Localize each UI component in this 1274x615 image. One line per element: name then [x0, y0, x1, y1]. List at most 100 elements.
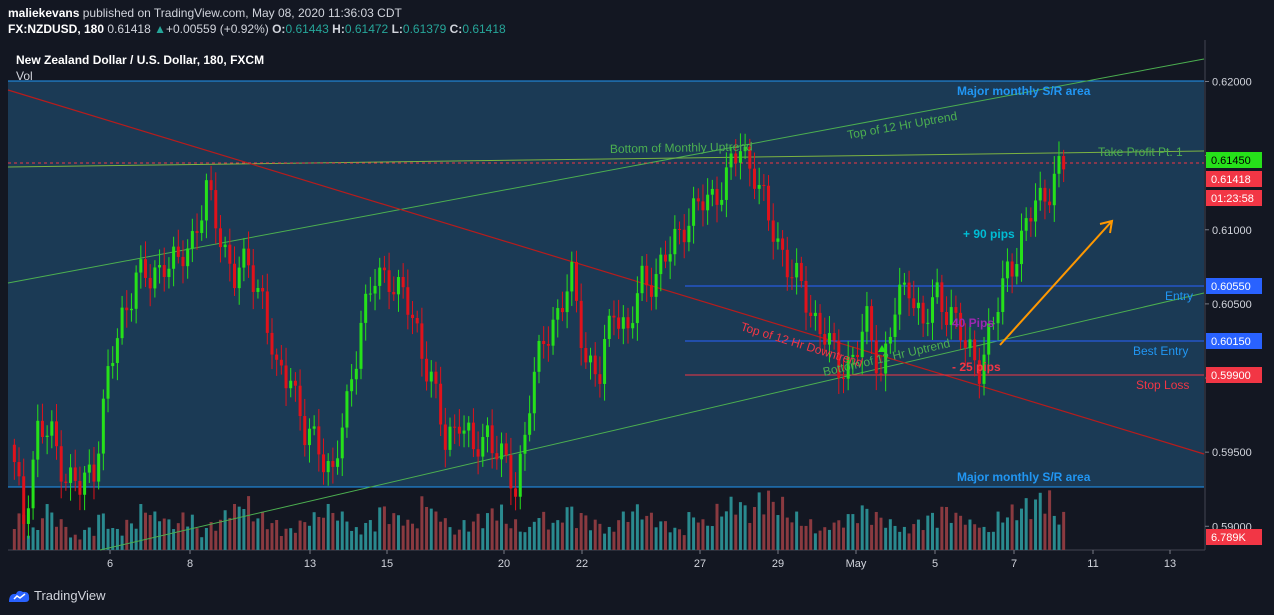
volume-bar: [153, 511, 157, 550]
volume-bar: [556, 520, 560, 550]
candle-body: [125, 307, 129, 311]
candle-body: [556, 308, 560, 320]
candle-body: [378, 267, 382, 286]
candle-body: [457, 426, 461, 434]
volume-bar: [467, 531, 471, 550]
volume-bar: [523, 532, 527, 550]
candle-body: [1043, 187, 1047, 202]
price-axis[interactable]: 0.620000.615000.610000.605000.600000.595…: [1205, 77, 1252, 534]
candle-body: [963, 340, 967, 348]
candle-body: [546, 344, 550, 346]
candle-body: [767, 185, 771, 221]
volume-bar: [411, 523, 415, 550]
candle-body: [912, 298, 916, 309]
sr-zone: [8, 81, 1204, 487]
candle-body: [1038, 187, 1042, 201]
volume-bar: [710, 526, 714, 550]
candle-body: [579, 300, 583, 349]
volume-bar: [495, 520, 499, 550]
time-axis[interactable]: 6 8 13 15 20 22 27 29 May 5 7 11 13: [107, 550, 1176, 570]
volume-bar: [977, 527, 981, 550]
candle-body: [92, 464, 96, 482]
candle-body: [382, 267, 386, 271]
volume-bar: [1034, 499, 1038, 550]
volume-bar: [256, 518, 260, 550]
volume-bar: [584, 515, 588, 550]
candle-body: [720, 199, 724, 205]
volume-bar: [645, 515, 649, 550]
volume-bar: [307, 525, 311, 550]
candle-body: [593, 355, 597, 375]
price-chart[interactable]: Major monthly S/R area Major monthly S/R…: [0, 40, 1274, 580]
volume-bar: [289, 528, 293, 550]
candle-body: [228, 244, 232, 264]
candle-body: [462, 430, 466, 434]
volume-bar: [752, 506, 756, 550]
candle-body: [120, 307, 124, 339]
candle-body: [144, 259, 148, 278]
sr-label-top: Major monthly S/R area: [957, 84, 1091, 98]
candle-body: [692, 198, 696, 226]
volume-bar: [148, 515, 152, 550]
candle-body: [83, 472, 87, 495]
candle-body: [448, 426, 452, 450]
volume-bar: [190, 514, 194, 550]
volume-bar: [50, 512, 54, 550]
volume-bar: [804, 525, 808, 550]
candle-body: [916, 302, 920, 309]
candle-body: [298, 385, 302, 417]
price-tick-label: 0.59500: [1212, 447, 1252, 459]
candle-body: [204, 180, 208, 221]
candle-body: [12, 444, 16, 463]
candle-body: [481, 437, 485, 457]
volume-bar: [1005, 517, 1009, 550]
candle-body: [678, 228, 682, 230]
candle-body: [415, 318, 419, 324]
volume-bar: [293, 532, 297, 550]
candle-body: [223, 244, 227, 248]
candle-body: [218, 228, 222, 248]
volume-bar: [706, 525, 710, 550]
ohlc-bar: FX:NZDUSD, 180 0.61418 ▲+0.00559 (+0.92%…: [8, 22, 506, 36]
time-tick-label: 27: [694, 558, 706, 570]
candle-body: [528, 413, 532, 435]
volume-bar: [382, 506, 386, 550]
volume-bar: [55, 526, 59, 550]
candle-body: [668, 254, 672, 262]
volume-bar: [87, 527, 91, 550]
candle-body: [560, 308, 564, 313]
candle-body: [542, 340, 546, 345]
candle-body: [645, 265, 649, 286]
volume-bar: [36, 529, 40, 550]
volume-bar: [884, 527, 888, 550]
volume-bar: [589, 530, 593, 550]
price-tick-label: 0.61000: [1212, 225, 1252, 237]
candle-body: [996, 312, 1000, 324]
volume-bar: [162, 518, 166, 550]
volume-bar: [392, 513, 396, 550]
volume-bar: [757, 492, 761, 550]
volume-bar: [1038, 492, 1042, 550]
volume-bar: [781, 496, 785, 550]
brand-name: TradingView: [34, 588, 106, 603]
candle-body: [40, 420, 44, 438]
candle-body: [45, 435, 49, 438]
time-tick-label: 29: [772, 558, 784, 570]
candle-body: [181, 256, 185, 267]
candle-body: [776, 238, 780, 242]
volume-bar: [139, 504, 143, 550]
volume-bar: [537, 518, 541, 550]
volume-bar: [959, 515, 963, 550]
volume-bar: [649, 512, 653, 550]
candle-body: [781, 238, 785, 250]
candle-body: [326, 460, 330, 473]
volume-bar: [106, 528, 110, 550]
volume-bar: [73, 534, 77, 550]
volume-bar: [734, 514, 738, 550]
tradingview-logo[interactable]: TradingView: [8, 588, 106, 603]
candle-body: [336, 458, 340, 467]
candle-body: [1048, 201, 1052, 206]
volume-bar: [275, 519, 279, 550]
candle-body: [734, 153, 738, 163]
price-tick-label: 0.60500: [1212, 299, 1252, 311]
